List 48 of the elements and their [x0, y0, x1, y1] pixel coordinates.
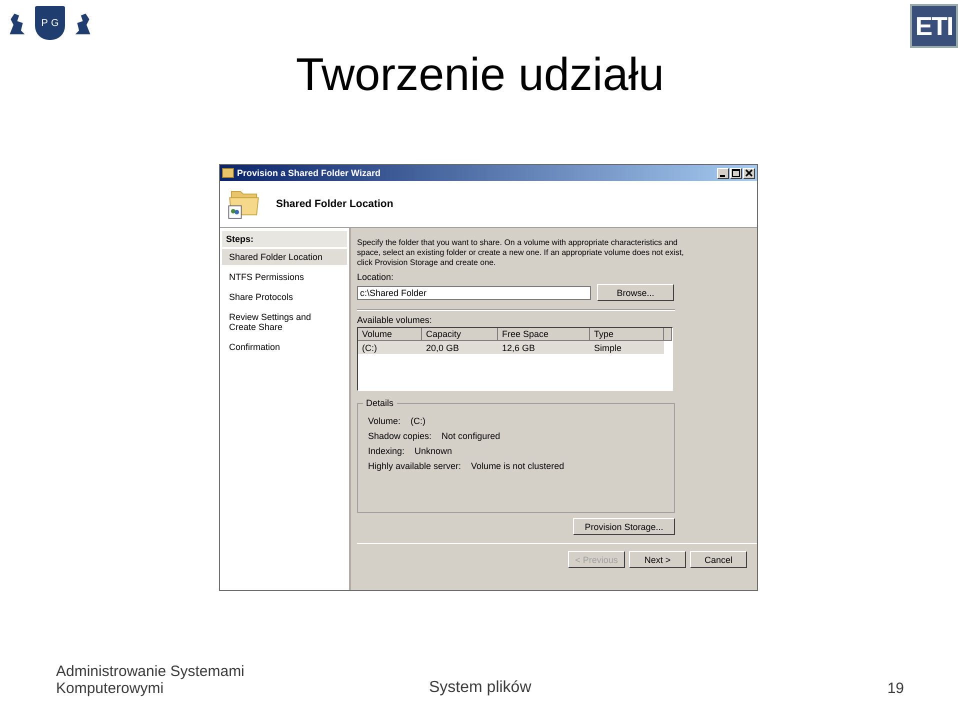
provision-storage-button[interactable]: Provision Storage... [573, 518, 675, 535]
table-cell-text: (C:) [361, 342, 378, 352]
close-icon [745, 169, 753, 177]
close-button[interactable] [743, 168, 755, 178]
wizard-button[interactable]: Next > [629, 551, 686, 568]
group-title: Details [363, 398, 397, 408]
instructions-text: Specify the folder that you want to share. On a volume with appropriate characteristics and space, select an existing folder or create a new one. If an appropriate volume does not exist, click Provision Storage and create one. [357, 238, 685, 268]
minimize-button[interactable] [717, 168, 729, 178]
field-label: Available volumes: [357, 315, 433, 325]
window-title: Provision a Shared Folder Wizard [237, 168, 382, 178]
column-header[interactable]: Capacity [422, 328, 498, 341]
table-cell-text: 12,6 GB [501, 342, 536, 352]
volume-row[interactable]: (C:) 20,0 GB 12,6 GB Simple [358, 341, 664, 354]
folder-icon [222, 168, 234, 178]
detail-value: Not configured [442, 431, 500, 441]
browse-button[interactable]: Browse... [597, 284, 674, 301]
step-item[interactable]: NTFS Permissions [222, 269, 347, 285]
column-header[interactable]: Type [590, 328, 664, 341]
detail-value: Volume is not clustered [471, 461, 564, 471]
footer-topic: System plików [428, 679, 532, 697]
detail-label: Highly available server: [368, 461, 462, 471]
step-item[interactable]: Confirmation [222, 339, 347, 355]
detail-label: Indexing: [368, 446, 405, 456]
column-header-filler [664, 328, 672, 341]
detail-value: (C:) [410, 416, 426, 426]
steps-heading: Steps: [222, 231, 347, 247]
detail-label: Volume: [368, 416, 401, 426]
table-cell-text: 20,0 GB [425, 342, 460, 352]
logo-letter: G [50, 18, 59, 28]
location-field[interactable]: c:\Shared Folder [357, 286, 591, 300]
maximize-button[interactable] [730, 168, 742, 178]
page-number: 19 [887, 680, 905, 697]
maximize-icon [732, 169, 740, 177]
eti-logo: ETI [910, 4, 958, 48]
detail-value: Unknown [414, 446, 452, 456]
detail-label: Shadow copies: [368, 431, 432, 441]
step-item[interactable]: Review Settings and Create Share [222, 309, 347, 335]
field-label: Location: [357, 272, 395, 282]
step-item[interactable]: Shared Folder Location [222, 249, 347, 265]
table-cell-text: Simple [593, 342, 623, 352]
column-header[interactable]: Free Space [498, 328, 590, 341]
slide-title: Tworzenie udziału [294, 47, 666, 102]
footer-course: Administrowanie Systemami Komputerowymi [56, 663, 246, 697]
page-heading: Shared Folder Location [276, 198, 394, 210]
logo-letter: P [41, 18, 48, 28]
step-item[interactable]: Share Protocols [222, 289, 347, 305]
column-header[interactable]: Volume [358, 328, 422, 341]
wizard-button[interactable]: Cancel [690, 551, 747, 568]
